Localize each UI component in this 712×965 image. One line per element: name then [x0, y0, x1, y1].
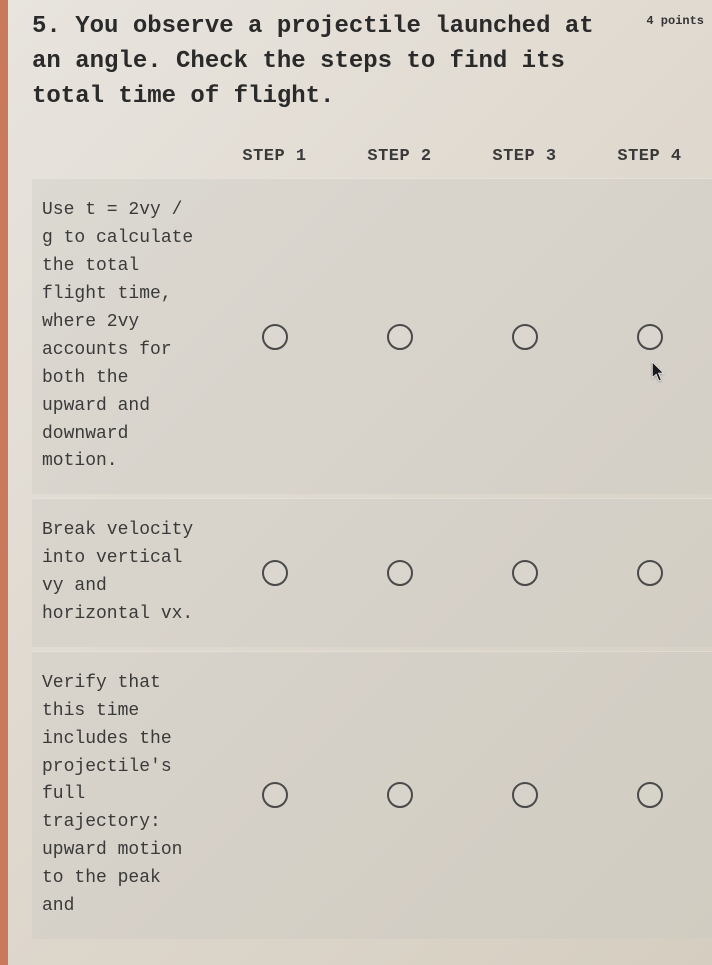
radio-button[interactable]	[387, 782, 413, 808]
column-header-step1: STEP 1	[212, 147, 337, 166]
column-header-step2: STEP 2	[337, 147, 462, 166]
radio-cell-step2	[337, 560, 462, 586]
table-row: Break velocity into vertical vy and hori…	[32, 498, 712, 647]
row-label: Use t = 2vy / g to calculate the total f…	[32, 197, 212, 476]
radio-button[interactable]	[512, 782, 538, 808]
radio-cell-step3	[462, 782, 587, 808]
radio-button[interactable]	[387, 324, 413, 350]
question-container: 5. You observe a projectile launched at …	[12, 0, 712, 939]
radio-cell-step1	[212, 324, 337, 350]
radio-button[interactable]	[637, 782, 663, 808]
radio-button[interactable]	[387, 560, 413, 586]
radio-cell-step2	[337, 324, 462, 350]
radio-cell-step4	[587, 782, 712, 808]
mouse-cursor-icon	[652, 362, 666, 382]
row-label: Verify that this time includes the proje…	[32, 670, 212, 921]
radio-button[interactable]	[512, 324, 538, 350]
radio-button[interactable]	[637, 560, 663, 586]
radio-cell-step3	[462, 560, 587, 586]
radio-cell-step4	[587, 324, 712, 350]
radio-button[interactable]	[637, 324, 663, 350]
table-row: Verify that this time includes the proje…	[32, 651, 712, 939]
radio-cell-step3	[462, 324, 587, 350]
question-header: 5. You observe a projectile launched at …	[32, 10, 712, 114]
question-text: 5. You observe a projectile launched at …	[32, 10, 646, 114]
step-matrix-table: STEP 1 STEP 2 STEP 3 STEP 4 Use t = 2vy …	[32, 139, 712, 938]
table-row: Use t = 2vy / g to calculate the total f…	[32, 178, 712, 494]
radio-button[interactable]	[512, 560, 538, 586]
column-headers: STEP 1 STEP 2 STEP 3 STEP 4	[32, 139, 712, 178]
radio-cell-step4	[587, 560, 712, 586]
radio-button[interactable]	[262, 560, 288, 586]
radio-button[interactable]	[262, 324, 288, 350]
radio-cell-step1	[212, 560, 337, 586]
row-label: Break velocity into vertical vy and hori…	[32, 517, 212, 629]
column-header-step3: STEP 3	[462, 147, 587, 166]
column-header-step4: STEP 4	[587, 147, 712, 166]
radio-cell-step1	[212, 782, 337, 808]
radio-cell-step2	[337, 782, 462, 808]
column-spacer	[32, 147, 212, 166]
radio-button[interactable]	[262, 782, 288, 808]
points-label: 4 points	[646, 10, 704, 28]
